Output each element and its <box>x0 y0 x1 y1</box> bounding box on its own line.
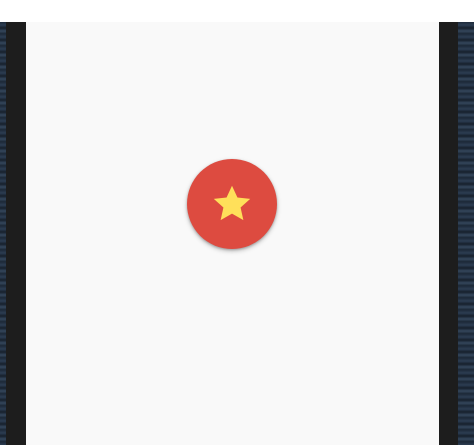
stage <box>0 0 474 445</box>
star-icon <box>211 183 253 225</box>
star-fab-button[interactable] <box>187 159 277 249</box>
app-screen <box>26 22 439 445</box>
background-texture-right <box>456 22 474 445</box>
